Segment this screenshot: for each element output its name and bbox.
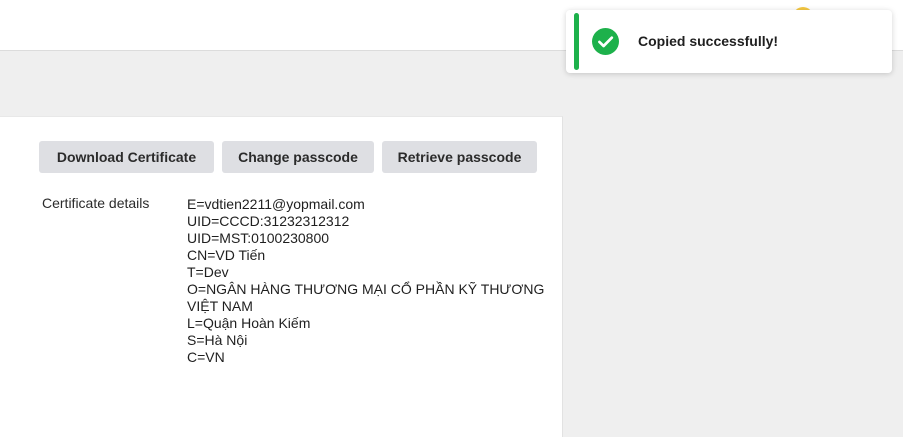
change-passcode-button[interactable]: Change passcode <box>222 141 374 173</box>
toast-accent-bar <box>574 13 579 70</box>
certificate-detail-line: O=NGÂN HÀNG THƯƠNG MẠI CỔ PHẦN KỸ THƯƠNG… <box>187 281 545 314</box>
certificate-detail-line: S=Hà Nội <box>187 332 248 348</box>
certificate-detail-line: L=Quận Hoàn Kiếm <box>187 315 311 331</box>
certificate-detail-line: T=Dev <box>187 264 229 280</box>
toast-message: Copied successfully! <box>638 33 779 49</box>
download-certificate-button[interactable]: Download Certificate <box>39 141 214 173</box>
retrieve-passcode-button[interactable]: Retrieve passcode <box>382 141 537 173</box>
certificate-detail-line: C=VN <box>187 349 225 365</box>
certificate-details-list: E=vdtien2211@yopmail.com UID=CCCD:312323… <box>187 196 547 366</box>
certificate-card: Download Certificate Change passcode Ret… <box>0 116 563 437</box>
success-toast[interactable]: Copied successfully! <box>566 10 892 73</box>
certificate-detail-line: UID=CCCD:31232312312 <box>187 213 350 229</box>
check-circle-icon <box>592 28 619 55</box>
certificate-detail-line: UID=MST:0100230800 <box>187 230 330 246</box>
certificate-details-label: Certificate details <box>42 195 150 211</box>
certificate-detail-line: CN=VD Tiến <box>187 247 266 263</box>
certificate-detail-line: E=vdtien2211@yopmail.com <box>187 196 365 212</box>
